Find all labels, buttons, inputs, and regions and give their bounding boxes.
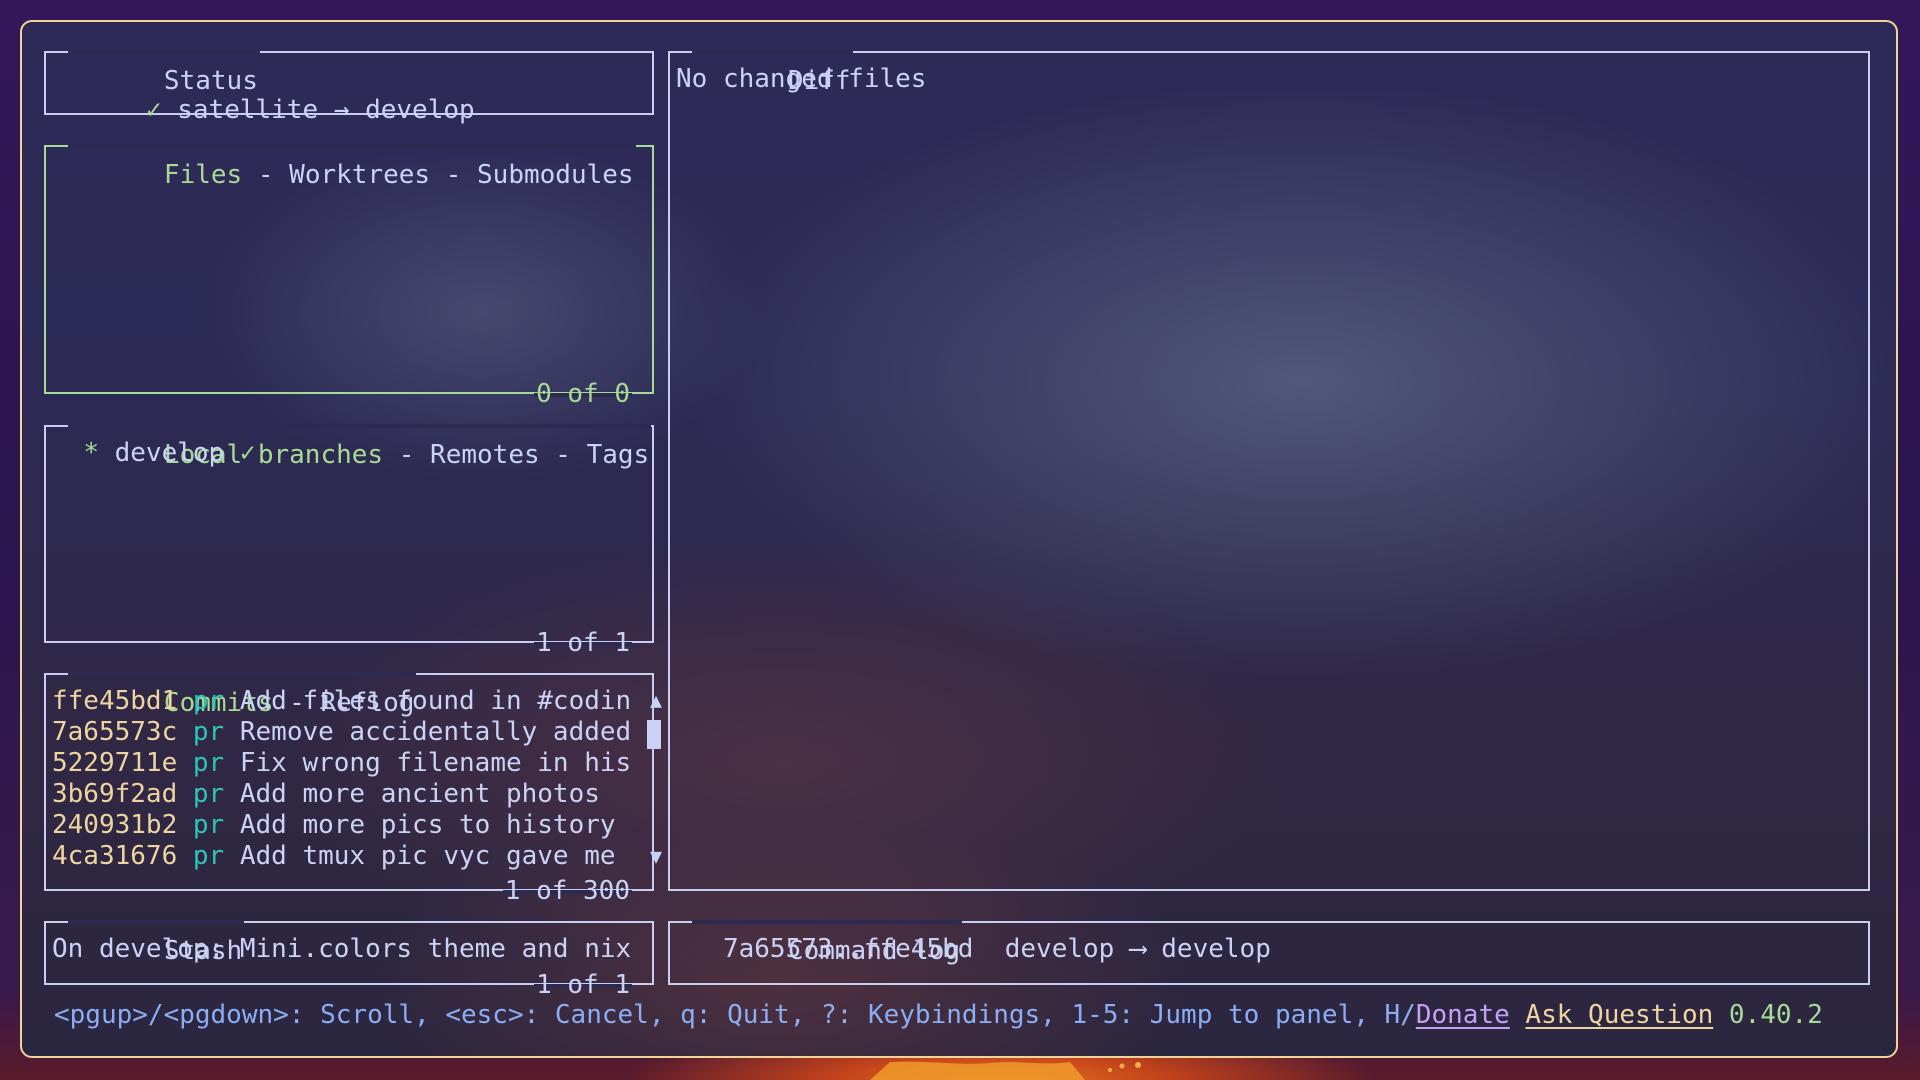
commit-hash: 3b69f2ad — [52, 779, 178, 809]
terminal-window: Status ✓ satellite → develop Files - Wor… — [20, 20, 1898, 1058]
branches-panel[interactable]: Local branches - Remotes - Tags * develo… — [44, 410, 654, 658]
branch-name: develop — [114, 438, 225, 468]
commit-author: pr — [192, 779, 225, 809]
files-panel-tabs: Files - Worktrees - Submodules — [68, 130, 636, 220]
stash-panel[interactable]: Stash On develop: Mini.colors theme and … — [44, 906, 654, 1000]
commit-row[interactable]: ffe45bd1 pr Add files found in #codin — [52, 686, 631, 717]
commit-range: 7a65573..ffe45bd — [722, 934, 974, 964]
commits-counter: 1 of 300 — [502, 876, 632, 906]
ember-dot — [1135, 1062, 1141, 1068]
to-branch: develop — [1161, 934, 1271, 964]
scroll-up-icon[interactable]: ▲ — [650, 690, 662, 710]
commit-hash: 5229711e — [52, 748, 178, 778]
tab-worktrees[interactable]: Worktrees — [289, 160, 430, 190]
tab-tags[interactable]: Tags — [587, 440, 650, 470]
status-panel[interactable]: Status ✓ satellite → develop — [44, 36, 654, 126]
tab-submodules[interactable]: Submodules — [477, 160, 634, 190]
commit-hash: ffe45bd1 — [52, 686, 178, 716]
branches-counter: 1 of 1 — [534, 628, 632, 658]
ember-dot — [1119, 1063, 1125, 1069]
scrollbar-thumb[interactable] — [647, 720, 661, 749]
command-log-entry: 7a65573..ffe45bd develop ⟶ develop — [676, 934, 1271, 965]
keybindings-hint: <pgup>/<pgdown>: Scroll, <esc>: Cancel, … — [54, 1000, 1416, 1030]
commit-hash: 240931b2 — [52, 810, 178, 840]
files-panel[interactable]: Files - Worktrees - Submodules 0 of 0 — [44, 130, 654, 409]
keybindings-footer: <pgup>/<pgdown>: Scroll, <esc>: Cancel, … — [54, 1000, 1823, 1030]
donate-link[interactable]: Donate — [1416, 1000, 1510, 1030]
version-label: 0.40.2 — [1728, 1000, 1823, 1030]
commit-row[interactable]: 7a65573c pr Remove accidentally added — [52, 717, 631, 748]
stash-item[interactable]: On develop: Mini.colors theme and nix — [52, 934, 631, 965]
wallpaper-flame-art — [870, 1061, 1141, 1080]
commit-message: Add tmux pic vyc gave me — [239, 841, 616, 871]
commit-hash: 4ca31676 — [52, 841, 178, 871]
commit-author: pr — [192, 748, 225, 778]
tab-separator: - — [242, 160, 290, 190]
repo-name: satellite — [177, 95, 319, 125]
commit-row[interactable]: 4ca31676 pr Add tmux pic vyc gave me — [52, 841, 616, 872]
commit-message: Fix wrong filename in his — [239, 748, 632, 778]
commit-author: pr — [192, 717, 225, 747]
commit-author: pr — [192, 686, 225, 716]
tab-remotes[interactable]: Remotes — [430, 440, 540, 470]
flame-shape — [870, 1061, 1085, 1080]
commit-row[interactable]: 5229711e pr Fix wrong filename in his — [52, 748, 631, 779]
tab-files[interactable]: Files — [164, 160, 242, 190]
diff-content: No changed files — [676, 64, 927, 94]
arrow-right-icon: → — [333, 95, 350, 125]
commit-hash: 7a65573c — [52, 717, 178, 747]
tab-separator: - — [383, 440, 431, 470]
commit-row[interactable]: 240931b2 pr Add more pics to history — [52, 810, 616, 841]
tab-separator: - — [430, 160, 478, 190]
current-branch-marker: * — [83, 438, 99, 468]
commit-message: Remove accidentally added — [239, 717, 632, 747]
files-counter: 0 of 0 — [534, 379, 632, 409]
long-arrow-right-icon: ⟶ — [1129, 934, 1146, 964]
commit-message: Add more ancient photos — [239, 779, 600, 809]
scroll-down-icon[interactable]: ▼ — [650, 846, 662, 866]
diff-panel[interactable]: Diff No changed files — [668, 36, 1870, 891]
commit-author: pr — [192, 841, 225, 871]
check-icon: ✓ — [145, 95, 162, 125]
command-log-panel[interactable]: Command log 7a65573..ffe45bd develop ⟶ d… — [668, 906, 1870, 996]
commit-author: pr — [192, 810, 225, 840]
commits-panel[interactable]: Commits - Reflog ffe45bd1 pr Add files f… — [44, 658, 662, 906]
ember-dot — [1108, 1068, 1112, 1072]
commit-message: Add files found in #codin — [239, 686, 632, 716]
from-branch: develop — [1004, 934, 1115, 964]
check-icon: ✓ — [239, 438, 256, 468]
branch-item[interactable]: * develop ✓ — [52, 438, 256, 469]
ask-question-link[interactable]: Ask Question — [1525, 1000, 1713, 1030]
tab-separator: - — [539, 440, 587, 470]
commit-message: Add more pics to history — [239, 810, 616, 840]
commit-row[interactable]: 3b69f2ad pr Add more ancient photos — [52, 779, 600, 810]
stash-counter: 1 of 1 — [534, 970, 632, 1000]
current-branch: develop — [365, 95, 475, 125]
